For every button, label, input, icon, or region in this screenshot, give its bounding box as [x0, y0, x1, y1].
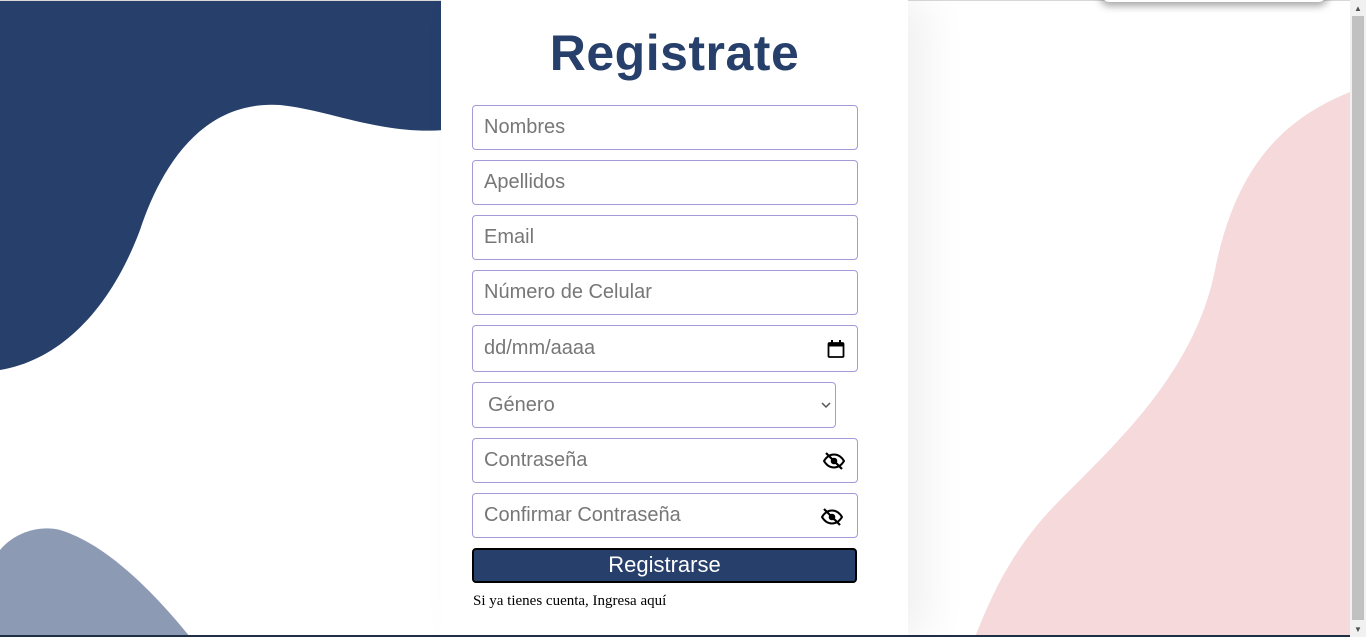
apellidos-input[interactable]: Apellidos — [472, 160, 858, 205]
fecha-placeholder: dd/mm/aaaa — [484, 337, 596, 359]
email-placeholder: Email — [484, 226, 535, 248]
top-tab — [1100, 0, 1328, 2]
calendar-icon[interactable] — [827, 339, 845, 358]
page-title: Registrate — [549, 25, 800, 81]
password-placeholder: Contraseña — [484, 449, 588, 471]
pink-blob — [975, 92, 1350, 637]
confirm-password-placeholder: Confirmar Contraseña — [484, 504, 681, 526]
email-input[interactable]: Email — [472, 215, 858, 260]
celular-input[interactable]: Número de Celular — [472, 270, 858, 315]
slate-bottom-blob — [0, 528, 190, 637]
celular-placeholder: Número de Celular — [484, 281, 652, 303]
registrarse-button[interactable]: Registrarse — [472, 548, 857, 583]
navy-blob — [0, 0, 445, 370]
password-input[interactable]: Contraseña — [472, 438, 858, 483]
nombres-placeholder: Nombres — [484, 116, 566, 138]
login-link[interactable]: Si ya tienes cuenta, Ingresa aquí — [473, 593, 666, 610]
scroll-down-arrow-icon[interactable]: ▼ — [1350, 621, 1366, 637]
genero-select[interactable]: Género — [472, 382, 836, 428]
fecha-nacimiento-input[interactable]: dd/mm/aaaa — [472, 325, 858, 372]
nombres-input[interactable]: Nombres — [472, 105, 858, 150]
apellidos-placeholder: Apellidos — [484, 171, 566, 193]
eye-off-icon[interactable] — [823, 451, 845, 470]
form-card-shadow — [441, 0, 908, 637]
eye-off-icon[interactable] — [821, 508, 843, 526]
scrollbar-thumb[interactable] — [1352, 16, 1364, 620]
chevron-down-icon — [821, 401, 831, 409]
vertical-scrollbar[interactable]: ▲ ▼ — [1350, 0, 1366, 637]
scroll-up-arrow-icon[interactable]: ▲ — [1350, 0, 1366, 16]
confirm-password-input[interactable]: Confirmar Contraseña — [472, 493, 858, 538]
genero-selected-value: Género — [488, 393, 555, 416]
